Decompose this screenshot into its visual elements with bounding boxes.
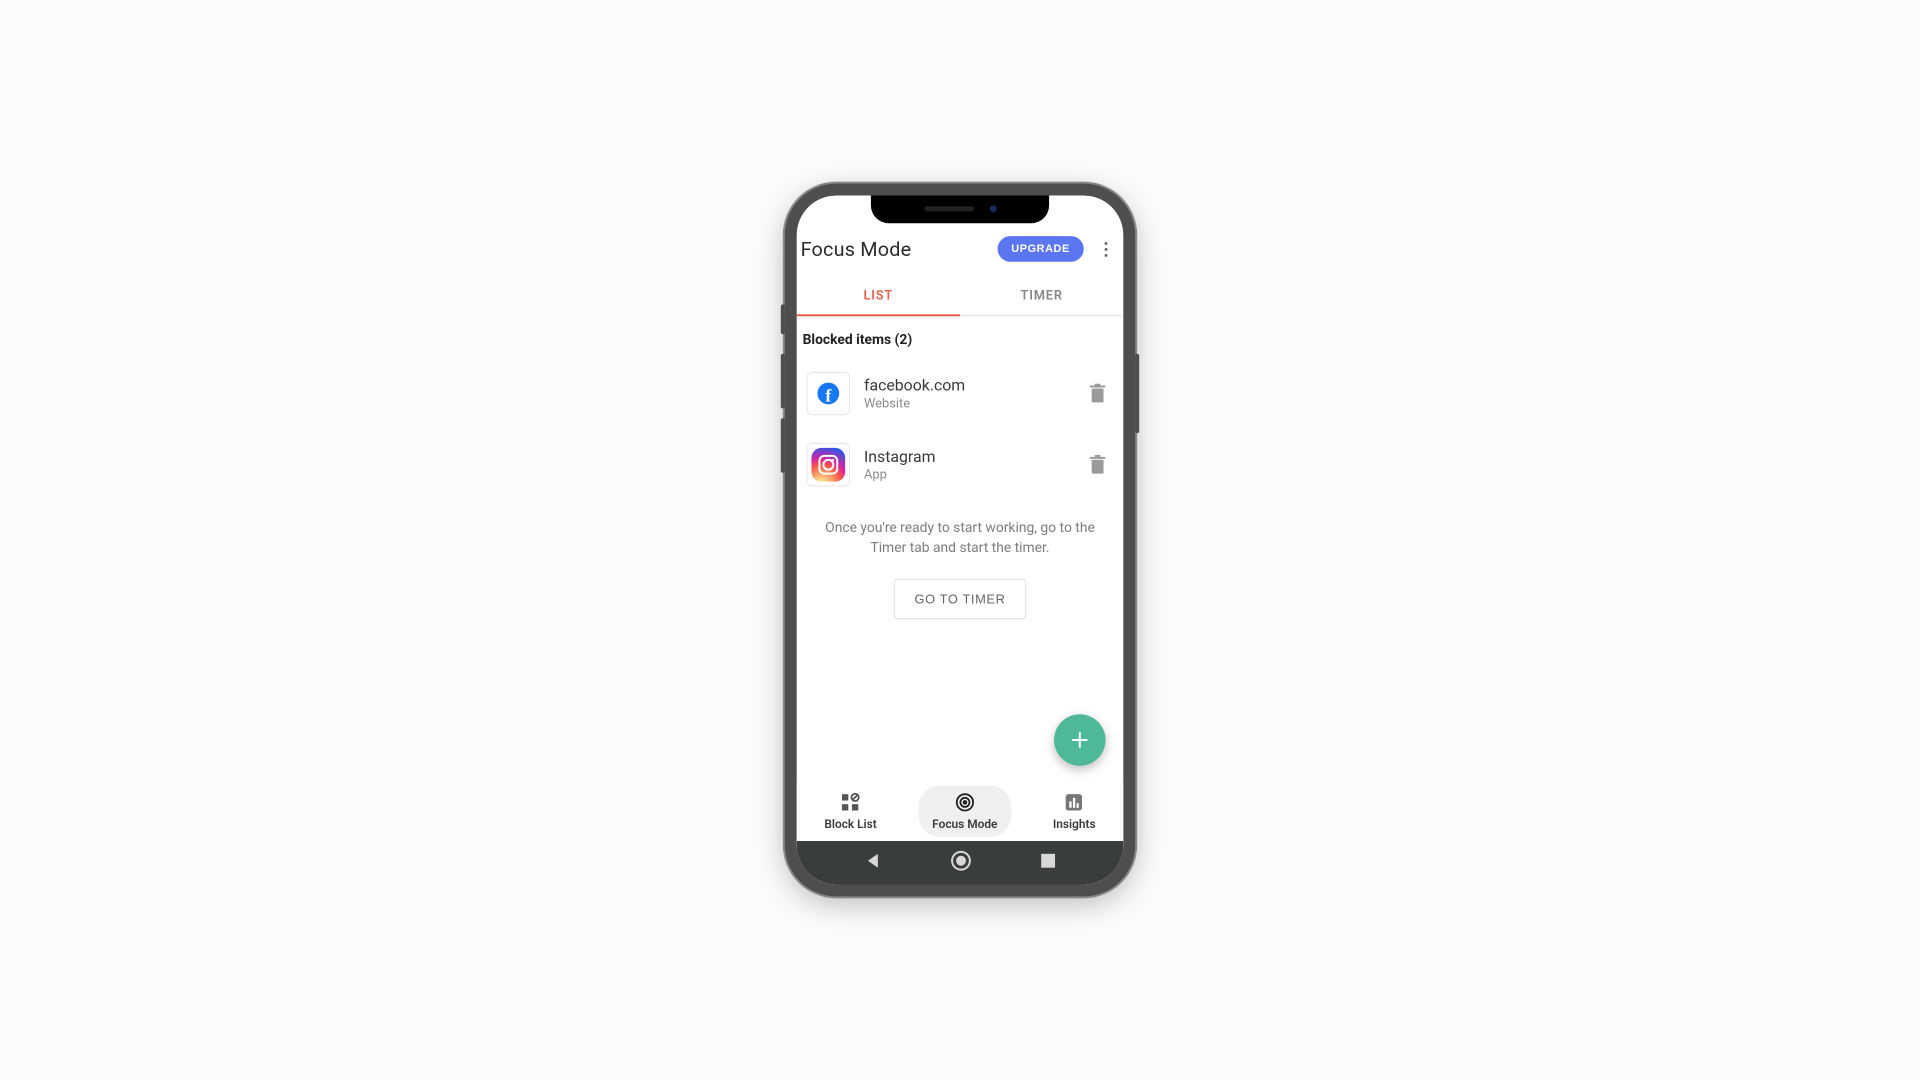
more-menu-button[interactable] bbox=[1092, 231, 1120, 267]
list-item[interactable]: facebook.com Website bbox=[797, 358, 1124, 429]
system-recents-button[interactable] bbox=[1040, 853, 1056, 873]
upgrade-button[interactable]: UPGRADE bbox=[997, 236, 1083, 262]
delete-button[interactable] bbox=[1082, 378, 1114, 410]
tab-timer[interactable]: TIMER bbox=[960, 275, 1123, 316]
item-title: Instagram bbox=[864, 447, 1068, 466]
tab-list[interactable]: LIST bbox=[797, 275, 960, 316]
square-recents-icon bbox=[1040, 853, 1056, 869]
delete-button[interactable] bbox=[1082, 449, 1114, 481]
phone-side-button bbox=[781, 354, 785, 408]
focusmode-icon bbox=[954, 791, 976, 813]
trash-icon bbox=[1089, 384, 1107, 404]
item-title: facebook.com bbox=[864, 376, 1068, 395]
phone-notch bbox=[871, 195, 1049, 223]
nav-insights[interactable]: Insights bbox=[1039, 786, 1109, 837]
triangle-back-icon bbox=[864, 852, 882, 870]
blocklist-icon bbox=[840, 791, 862, 813]
nav-label: Insights bbox=[1053, 817, 1096, 831]
add-fab[interactable] bbox=[1054, 714, 1105, 765]
nav-label: Block List bbox=[824, 817, 876, 831]
app-bar: Focus Mode UPGRADE bbox=[797, 225, 1124, 274]
instagram-icon bbox=[807, 443, 851, 487]
android-system-bar bbox=[797, 841, 1124, 885]
phone-side-button bbox=[1135, 354, 1139, 433]
page-title: Focus Mode bbox=[801, 237, 912, 261]
plus-icon bbox=[1070, 730, 1090, 750]
item-subtitle: App bbox=[864, 468, 1068, 483]
section-header: Blocked items (2) bbox=[797, 316, 1124, 358]
content-area: Blocked items (2) facebook.com Website bbox=[797, 316, 1124, 884]
circle-home-icon bbox=[950, 850, 972, 872]
insights-icon bbox=[1063, 791, 1085, 813]
system-home-button[interactable] bbox=[950, 850, 972, 876]
nav-block-list[interactable]: Block List bbox=[811, 786, 891, 837]
item-subtitle: Website bbox=[864, 396, 1068, 411]
phone-side-button bbox=[781, 418, 785, 472]
hint-text: Once you're ready to start working, go t… bbox=[797, 500, 1124, 562]
trash-icon bbox=[1089, 455, 1107, 475]
list-item[interactable]: Instagram App bbox=[797, 429, 1124, 500]
phone-device: Focus Mode UPGRADE LIST TIMER Blocked it… bbox=[785, 184, 1135, 897]
more-vertical-icon bbox=[1104, 242, 1107, 257]
go-to-timer-button[interactable]: GO TO TIMER bbox=[894, 578, 1027, 619]
facebook-icon bbox=[807, 372, 851, 416]
phone-screen: Focus Mode UPGRADE LIST TIMER Blocked it… bbox=[797, 195, 1124, 884]
tab-bar: LIST TIMER bbox=[797, 275, 1124, 317]
system-back-button[interactable] bbox=[864, 852, 882, 874]
nav-label: Focus Mode bbox=[932, 817, 997, 831]
nav-focus-mode[interactable]: Focus Mode bbox=[918, 786, 1011, 837]
phone-side-button bbox=[781, 304, 785, 334]
bottom-nav: Block List Focus Mode bbox=[797, 782, 1124, 841]
